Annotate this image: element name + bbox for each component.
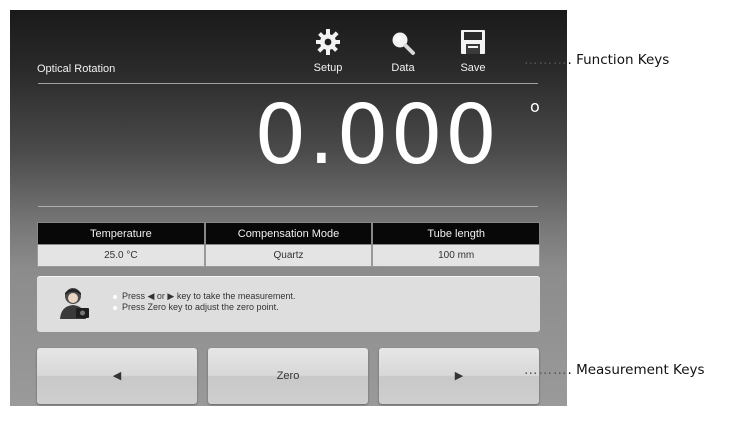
callout-leader: ………: [524, 362, 568, 378]
rotation-reading: 0.000: [254, 88, 499, 183]
screen-title: Optical Rotation: [37, 63, 116, 75]
compensation-mode-value: Quartz: [204, 245, 373, 267]
function-keys-callout: ………. Function Keys: [524, 52, 669, 68]
page: Optical Rotation Setup Data Save 0.000 o…: [0, 0, 753, 421]
header-divider: [38, 83, 538, 84]
tube-length-value: 100 mm: [372, 245, 541, 267]
save-button[interactable]: Save: [443, 26, 503, 74]
left-arrow-icon: ◀: [112, 370, 122, 382]
zero-label: Zero: [276, 370, 300, 382]
callout-label: . Function Keys: [567, 52, 670, 68]
reading-divider: [38, 206, 538, 207]
right-arrow-icon: ▶: [454, 370, 464, 382]
instruction-message: Press ◀ or ▶ key to take the measurement…: [37, 276, 540, 332]
save-label: Save: [460, 62, 486, 74]
compensation-mode-header: Compensation Mode: [204, 222, 373, 245]
list-item: Press Zero key to adjust the zero point.: [113, 302, 295, 313]
measure-left-button[interactable]: ◀: [37, 348, 197, 404]
data-label: Data: [391, 62, 415, 74]
table-header-row: Temperature Compensation Mode Tube lengt…: [37, 222, 541, 245]
floppy-disk-icon: [443, 26, 503, 56]
instruction-list: Press ◀ or ▶ key to take the measurement…: [113, 291, 295, 313]
setup-button[interactable]: Setup: [298, 26, 358, 74]
instrument-screen: Optical Rotation Setup Data Save 0.000 o…: [10, 10, 567, 406]
conditions-table: Temperature Compensation Mode Tube lengt…: [37, 222, 541, 267]
tube-length-header: Tube length: [372, 222, 541, 245]
list-item: Press ◀ or ▶ key to take the measurement…: [113, 291, 295, 302]
data-button[interactable]: Data: [373, 26, 433, 74]
setup-label: Setup: [313, 62, 343, 74]
zero-button[interactable]: Zero: [208, 348, 368, 404]
gear-icon: [298, 26, 358, 56]
magnifier-icon: [373, 26, 433, 56]
measurement-keys-callout: ………. Measurement Keys: [524, 362, 705, 378]
operator-avatar-icon: [59, 286, 91, 320]
degree-unit: o: [530, 97, 540, 116]
measure-right-button[interactable]: ▶: [379, 348, 539, 404]
callout-leader: ………: [524, 52, 568, 68]
callout-label: . Measurement Keys: [567, 362, 705, 378]
temperature-value: 25.0 °C: [37, 245, 205, 267]
temperature-header: Temperature: [37, 222, 205, 245]
table-row: 25.0 °C Quartz 100 mm: [37, 245, 541, 267]
